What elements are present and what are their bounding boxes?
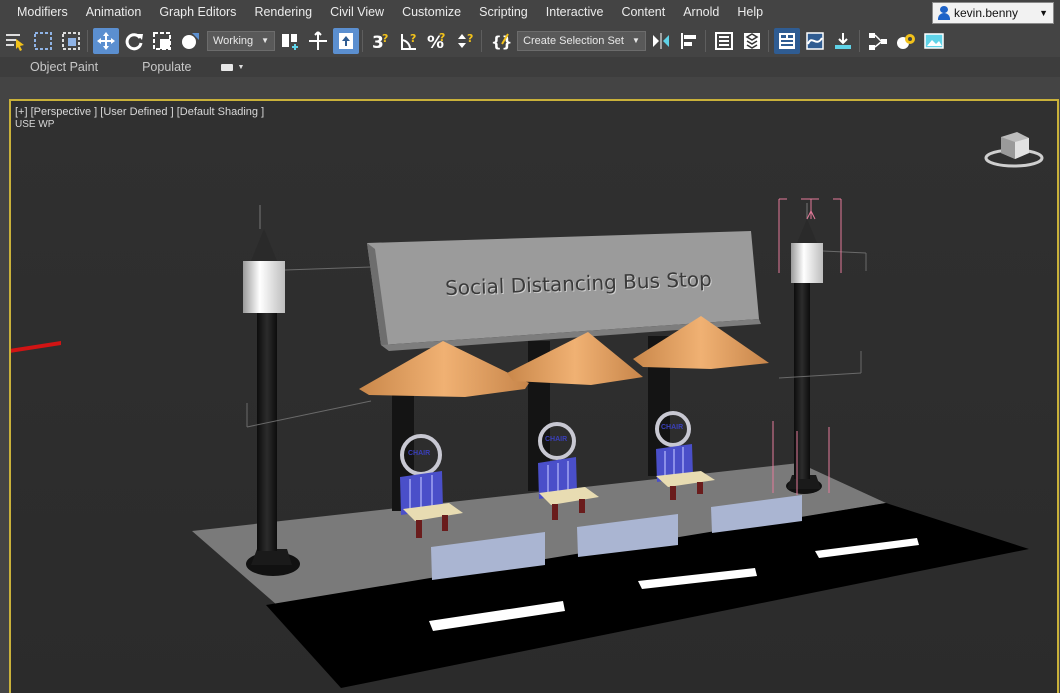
align-grid-icon[interactable] — [305, 28, 331, 54]
menu-customize[interactable]: Customize — [393, 0, 470, 24]
viewport-scene — [11, 132, 1044, 688]
menu-civil-view[interactable]: Civil View — [321, 0, 393, 24]
select-and-place-icon[interactable] — [177, 28, 203, 54]
menu-content[interactable]: Content — [612, 0, 674, 24]
user-icon — [937, 6, 951, 20]
toolbar-separator — [704, 29, 706, 52]
toolbar-separator — [87, 29, 88, 52]
dope-sheet-icon[interactable] — [830, 28, 856, 54]
menu-help[interactable]: Help — [728, 0, 772, 24]
viewport-sublabel: USE WP — [15, 119, 55, 130]
user-name: kevin.benny — [954, 6, 1019, 20]
chair-label-2: CHAIR — [545, 436, 568, 443]
perspective-viewport[interactable]: Social Distancing Bus Stop CHAIR CHAIR C… — [9, 99, 1059, 693]
menu-arnold[interactable]: Arnold — [674, 0, 728, 24]
schematic-view-icon[interactable] — [865, 28, 891, 54]
curve-editor-icon[interactable] — [802, 28, 828, 54]
tab-populate[interactable]: Populate — [120, 60, 213, 74]
chair-label-1: CHAIR — [408, 450, 431, 457]
main-toolbar: Working ▼ 3? ? %? ? {} Create Selection … — [0, 24, 1060, 57]
user-account-dropdown[interactable]: kevin.benny ▼ — [932, 2, 1054, 24]
svg-text:?: ? — [382, 32, 388, 45]
select-by-name-icon[interactable] — [2, 28, 28, 54]
toolbar-separator — [481, 29, 483, 52]
menu-graph-editors[interactable]: Graph Editors — [150, 0, 245, 24]
gizmo-axis-marker — [11, 341, 61, 353]
ribbon-toggle-button[interactable]: ▼ — [221, 63, 245, 71]
toolbar-separator — [767, 29, 769, 52]
toolbar-separator — [858, 29, 860, 52]
svg-text:?: ? — [467, 32, 473, 45]
umbrella-shade — [359, 341, 529, 397]
chair-label-3: CHAIR — [661, 424, 684, 431]
select-and-manipulate-icon[interactable] — [333, 27, 360, 54]
use-pivot-center-icon[interactable] — [277, 28, 303, 54]
align-icon[interactable] — [676, 28, 702, 54]
layer-explorer-icon[interactable] — [711, 28, 737, 54]
svg-text:?: ? — [410, 32, 416, 45]
named-selection-dropdown[interactable]: Create Selection Set ▼ — [517, 30, 646, 51]
mirror-icon[interactable] — [648, 28, 674, 54]
menu-modifiers[interactable]: Modifiers — [0, 0, 77, 24]
ribbon-panel-strip — [0, 77, 1060, 97]
render-setup-icon[interactable] — [921, 28, 947, 54]
chevron-down-icon: ▼ — [261, 36, 270, 45]
edit-named-selection-icon[interactable]: {} — [487, 28, 513, 54]
menu-bar: Modifiers Animation Graph Editors Render… — [0, 0, 1060, 24]
menu-rendering[interactable]: Rendering — [245, 0, 321, 24]
selection-filter-value: Working — [213, 34, 254, 47]
chevron-down-icon: ▼ — [237, 63, 245, 71]
selection-filter-dropdown[interactable]: Working ▼ — [207, 30, 276, 51]
toolbar-separator — [362, 29, 364, 52]
window-crossing-icon[interactable] — [58, 28, 84, 54]
toggle-ribbon-icon[interactable] — [773, 27, 800, 54]
select-and-move-icon[interactable] — [93, 27, 119, 54]
ribbon-minimize-icon — [221, 63, 234, 71]
svg-text:?: ? — [439, 31, 445, 44]
chevron-down-icon: ▼ — [1039, 8, 1048, 18]
tab-object-paint[interactable]: Object Paint — [0, 60, 120, 74]
scene-explorer-icon[interactable] — [739, 28, 765, 54]
menu-animation[interactable]: Animation — [77, 0, 151, 24]
chevron-down-icon: ▼ — [631, 36, 640, 45]
rectangular-selection-icon[interactable] — [30, 28, 56, 54]
ribbon-bar: Object Paint Populate ▼ — [0, 57, 1060, 77]
spinner-snap-icon[interactable]: ? — [452, 28, 478, 54]
lamp-post-right — [772, 198, 867, 495]
menu-interactive[interactable]: Interactive — [537, 0, 613, 24]
snaps-toggle-icon[interactable]: 3? — [368, 28, 394, 54]
named-selection-value: Create Selection Set — [523, 34, 624, 47]
select-and-scale-icon[interactable] — [149, 28, 175, 54]
menu-scripting[interactable]: Scripting — [470, 0, 537, 24]
viewcube-icon — [984, 132, 1044, 168]
material-editor-icon[interactable] — [893, 28, 919, 54]
angle-snap-icon[interactable]: ? — [396, 28, 422, 54]
select-and-rotate-icon[interactable] — [121, 28, 147, 54]
percent-snap-icon[interactable]: %? — [424, 28, 450, 54]
viewport-label[interactable]: [+] [Perspective ] [User Defined ] [Defa… — [15, 107, 264, 118]
